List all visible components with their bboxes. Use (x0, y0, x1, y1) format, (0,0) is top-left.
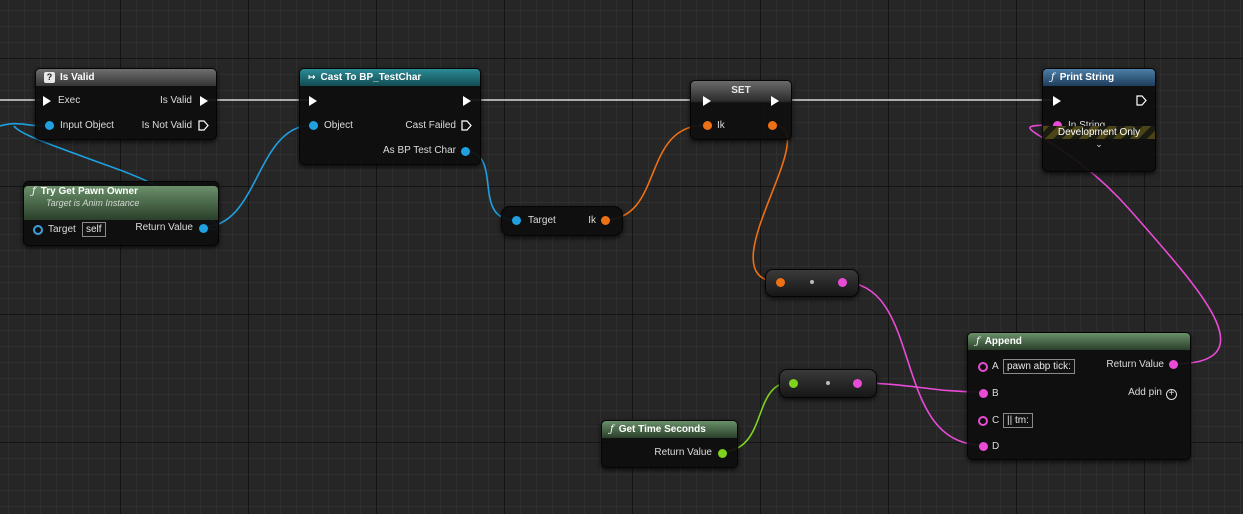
node-title: Append (984, 336, 1022, 347)
as-bp-pin[interactable] (461, 147, 470, 156)
function-icon: ƒ (1051, 72, 1055, 83)
ik-label: Ik (717, 120, 725, 131)
ik-in-pin[interactable] (703, 121, 712, 130)
return-value-label: Return Value (1106, 359, 1164, 370)
node-title: Cast To BP_TestChar (320, 72, 422, 83)
a-label: A (992, 361, 999, 372)
is-valid-label: Is Valid (159, 95, 192, 106)
target-label: Target (528, 215, 556, 226)
question-icon: ? (44, 72, 55, 83)
return-value-label: Return Value (654, 447, 712, 458)
target-label: Target (48, 224, 76, 235)
cast-failed-label: Cast Failed (405, 120, 456, 131)
ik-out-pin[interactable] (768, 121, 777, 130)
float-wire-set-reroute (752, 124, 789, 283)
exec-out-pin[interactable] (771, 96, 779, 106)
a-pin[interactable] (978, 362, 988, 372)
node-header[interactable]: ƒ Get Time Seconds (602, 421, 737, 438)
is-not-valid-exec-out-pin[interactable] (198, 120, 209, 131)
return-value-pin[interactable] (1169, 360, 1178, 369)
node-header[interactable]: ƒ Try Get Pawn Owner Target is Anim Insta… (24, 186, 218, 220)
is-valid-node[interactable]: ? Is Valid Exec Is Valid Input Object Is … (35, 68, 217, 140)
d-pin[interactable] (979, 442, 988, 451)
object-wire-pawn-cast (202, 124, 314, 228)
return-value-pin[interactable] (199, 224, 208, 233)
is-not-valid-label: Is Not Valid (141, 120, 192, 131)
add-pin-button[interactable]: Add pin + (1128, 387, 1177, 400)
float-wire-target-set (603, 124, 707, 221)
string-wire-reroute1-append-d (841, 281, 983, 446)
conversion-dot (810, 280, 814, 284)
input-object-pin[interactable] (45, 121, 54, 130)
object-pin[interactable] (309, 121, 318, 130)
float-to-string-conversion-node[interactable] (765, 269, 859, 297)
function-icon: ƒ (976, 336, 980, 347)
c-value-input[interactable]: || tm: (1003, 413, 1033, 428)
cast-icon: ↦ (308, 72, 316, 82)
exec-in-pin[interactable] (1053, 96, 1061, 106)
node-subtitle: Target is Anim Instance (46, 198, 140, 208)
b-label: B (992, 388, 999, 399)
float-in-pin[interactable] (776, 278, 785, 287)
expand-chevron-icon[interactable]: ⌄ (1043, 139, 1155, 150)
exec-in-pin[interactable] (309, 96, 317, 106)
time-to-string-conversion-node[interactable] (779, 369, 877, 398)
development-only-banner: Development Only (1043, 126, 1155, 139)
set-title: SET (731, 85, 751, 96)
exec-in-pin[interactable] (43, 96, 51, 106)
float-in-pin[interactable] (789, 379, 798, 388)
return-value-pin[interactable] (718, 449, 727, 458)
target-pin[interactable] (512, 216, 521, 225)
object-label: Object (324, 120, 353, 131)
blueprint-graph[interactable]: ? Is Valid Exec Is Valid Input Object Is … (0, 0, 1243, 514)
add-pin-icon: + (1166, 389, 1177, 400)
append-node[interactable]: ƒ Append A pawn abp tick: Return Value B … (967, 332, 1191, 460)
cast-failed-exec-pin[interactable] (461, 120, 472, 131)
ik-label: Ik (588, 215, 596, 226)
node-header[interactable]: ƒ Print String (1043, 69, 1155, 86)
add-pin-label: Add pin (1128, 387, 1162, 398)
ik-out-pin[interactable] (601, 216, 610, 225)
print-string-node[interactable]: ƒPrint String In String Development Only… (1042, 68, 1156, 172)
node-title: Print String (1059, 72, 1115, 83)
string-out-pin[interactable] (853, 379, 862, 388)
node-title: Try Get Pawn Owner (40, 186, 138, 197)
node-title: Get Time Seconds (618, 424, 706, 435)
target-value-input[interactable]: self (82, 222, 106, 237)
is-valid-exec-out-pin[interactable] (200, 96, 208, 106)
return-value-label: Return Value (135, 222, 193, 233)
b-pin[interactable] (979, 389, 988, 398)
node-header[interactable]: ↦ Cast To BP_TestChar (300, 69, 480, 86)
ik-getter-node[interactable]: Target Ik (501, 206, 623, 236)
conversion-dot (826, 381, 830, 385)
exec-label: Exec (58, 95, 81, 106)
c-label: C (992, 415, 1000, 426)
set-node[interactable]: SET Ik (690, 80, 792, 140)
input-object-label: Input Object (60, 120, 114, 131)
exec-in-pin[interactable] (703, 96, 711, 106)
function-icon: ƒ (610, 424, 614, 435)
target-pin[interactable] (33, 225, 43, 235)
as-bp-label: As BP Test Char (383, 145, 456, 156)
node-header[interactable]: ? Is Valid (36, 69, 216, 86)
try-get-pawn-owner-node[interactable]: ƒ Try Get Pawn Owner Target is Anim Insta… (23, 181, 219, 246)
get-time-seconds-node[interactable]: ƒ Get Time Seconds Return Value (601, 420, 738, 468)
d-label: D (992, 441, 1000, 452)
function-icon: ƒ (32, 186, 36, 197)
node-header[interactable]: ƒ Append (968, 333, 1190, 350)
a-value-input[interactable]: pawn abp tick: (1003, 359, 1075, 374)
node-title: Is Valid (60, 72, 95, 83)
string-out-pin[interactable] (838, 278, 847, 287)
exec-out-pin[interactable] (463, 96, 471, 106)
c-pin[interactable] (978, 416, 988, 426)
cast-to-node[interactable]: ↦ Cast To BP_TestChar Object Cast Failed … (299, 68, 481, 165)
exec-out-pin[interactable] (1136, 95, 1147, 106)
